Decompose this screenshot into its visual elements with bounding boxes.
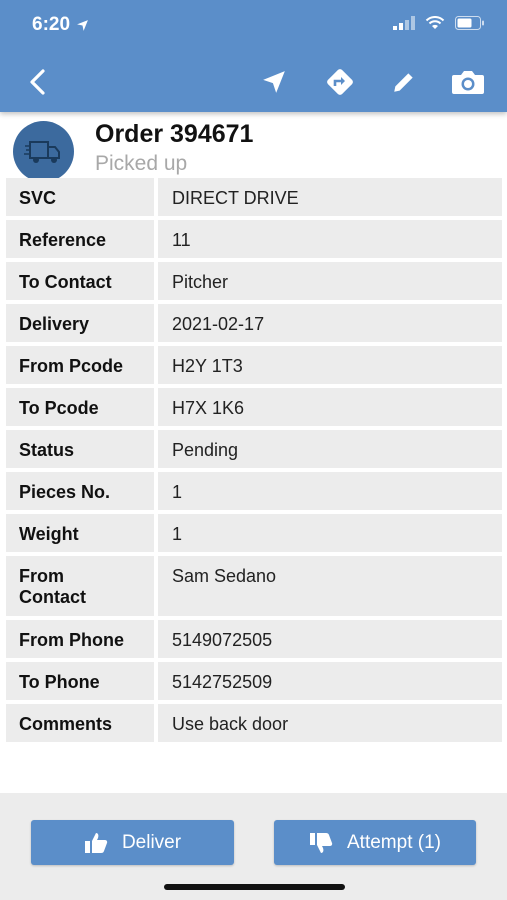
camera-icon <box>452 71 484 94</box>
deliver-button[interactable]: Deliver <box>31 820 234 865</box>
row-value: 11 <box>158 220 502 258</box>
row-value: 1 <box>158 472 502 510</box>
navigate-button[interactable] <box>254 62 294 102</box>
status-time-text: 6:20 <box>32 14 71 35</box>
status-bar-time: 6:20 <box>32 14 89 36</box>
table-row: To Pcode H7X 1K6 <box>6 388 502 426</box>
row-value: DIRECT DRIVE <box>158 178 502 216</box>
status-indicators <box>393 16 485 30</box>
top-app-bar: 6:20 <box>0 0 507 112</box>
table-row: Reference 11 <box>6 220 502 258</box>
row-label: From Pcode <box>6 346 154 384</box>
wifi-icon <box>425 16 445 29</box>
row-value: 5142752509 <box>158 662 502 700</box>
cellular-signal-icon <box>393 16 415 30</box>
row-value: H7X 1K6 <box>158 388 502 426</box>
row-label: From Phone <box>6 620 154 658</box>
table-row: Status Pending <box>6 430 502 468</box>
home-indicator[interactable] <box>164 884 345 890</box>
row-value: 5149072505 <box>158 620 502 658</box>
delivery-truck-icon <box>23 140 60 163</box>
row-value: Pitcher <box>158 262 502 300</box>
chevron-left-icon <box>30 69 45 95</box>
avatar <box>13 121 74 182</box>
page-title: Order 394671 <box>95 120 254 148</box>
directions-icon <box>327 69 353 95</box>
camera-button[interactable] <box>448 62 488 102</box>
deliver-label: Deliver <box>121 831 182 853</box>
row-value: H2Y 1T3 <box>158 346 502 384</box>
attempt-label: Attempt (1) <box>347 831 441 853</box>
table-row: From Phone 5149072505 <box>6 620 502 658</box>
order-details-table: SVC DIRECT DRIVE Reference 11 To Contact… <box>6 178 502 746</box>
row-label: From Contact <box>6 556 154 616</box>
row-label: Status <box>6 430 154 468</box>
row-label: Weight <box>6 514 154 552</box>
attempt-button[interactable]: Attempt (1) <box>274 820 476 865</box>
row-label: SVC <box>6 178 154 216</box>
edit-button[interactable] <box>384 62 424 102</box>
battery-icon <box>455 16 484 30</box>
table-row: To Contact Pitcher <box>6 262 502 300</box>
row-value: Use back door <box>158 704 502 742</box>
row-label: Delivery <box>6 304 154 342</box>
row-label: To Pcode <box>6 388 154 426</box>
thumbs-down-icon <box>310 832 333 853</box>
row-label: To Contact <box>6 262 154 300</box>
table-row: Comments Use back door <box>6 704 502 742</box>
navigate-arrow-icon <box>263 71 285 93</box>
row-label: Reference <box>6 220 154 258</box>
directions-button[interactable] <box>320 62 360 102</box>
order-status-subtitle: Picked up <box>95 152 188 175</box>
table-row: SVC DIRECT DRIVE <box>6 178 502 216</box>
order-header: Order 394671 Picked up <box>0 112 507 182</box>
table-row: From Contact Sam Sedano <box>6 556 502 616</box>
row-value: Pending <box>158 430 502 468</box>
row-value: 1 <box>158 514 502 552</box>
table-row: Pieces No. 1 <box>6 472 502 510</box>
row-label: Comments <box>6 704 154 742</box>
row-label: Pieces No. <box>6 472 154 510</box>
location-arrow-icon <box>77 19 88 31</box>
table-row: From Pcode H2Y 1T3 <box>6 346 502 384</box>
thumbs-up-icon <box>84 832 108 853</box>
edit-pencil-icon <box>394 73 413 92</box>
row-value: 2021-02-17 <box>158 304 502 342</box>
table-row: Weight 1 <box>6 514 502 552</box>
action-footer: Deliver Attempt (1) <box>0 793 507 900</box>
table-row: To Phone 5142752509 <box>6 662 502 700</box>
row-label: To Phone <box>6 662 154 700</box>
table-row: Delivery 2021-02-17 <box>6 304 502 342</box>
back-button[interactable] <box>18 62 58 102</box>
row-value: Sam Sedano <box>158 556 502 616</box>
